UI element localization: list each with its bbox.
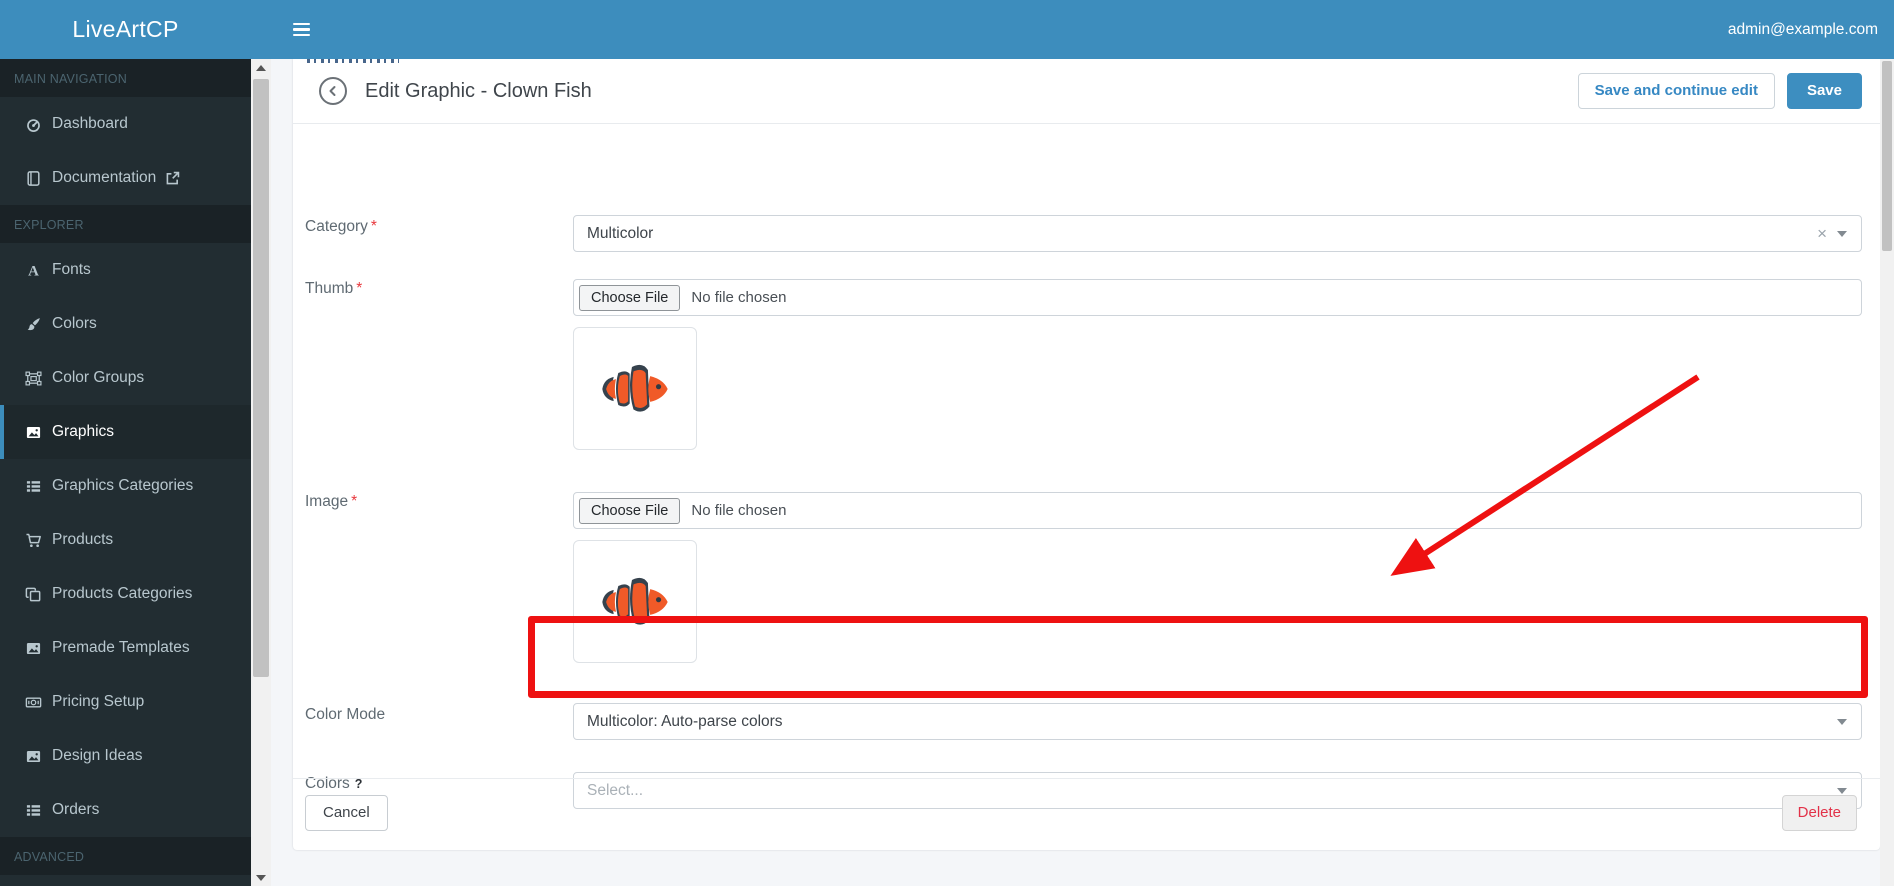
back-button[interactable] (319, 77, 347, 105)
sidebar-item-label: Products (52, 531, 114, 548)
sidebar-item-products[interactable]: Products (0, 513, 251, 567)
scroll-up-icon[interactable] (251, 59, 271, 76)
edit-graphic-form: Category * Multicolor × Thumb * Choose File No … (293, 124, 1880, 850)
sidebar-item-pricing-setup[interactable]: Pricing Setup (0, 675, 251, 729)
image-preview (573, 540, 697, 663)
app-logo[interactable]: LiveArtCP (0, 0, 251, 59)
font-icon: A (18, 262, 48, 279)
sidebar-section-header: ADVANCED (0, 837, 251, 875)
sidebar-item-color-groups[interactable]: Color Groups (0, 351, 251, 405)
sidebar-item-label: Pricing Setup (52, 693, 145, 710)
select-value: Select... (587, 781, 643, 799)
field-label-image: Image * (305, 493, 358, 510)
thumb-file-input[interactable]: Choose File No file chosen (573, 279, 1862, 316)
file-status-text: No file chosen (691, 289, 787, 306)
sidebar-toggle-icon[interactable] (293, 18, 317, 42)
choose-file-button[interactable]: Choose File (579, 284, 681, 311)
sidebar-section-header: MAIN NAVIGATION (0, 59, 251, 97)
required-asterisk: * (351, 493, 358, 510)
image-icon (18, 424, 48, 441)
sidebar-item-label: Documentation (52, 169, 157, 186)
required-asterisk: * (370, 218, 377, 235)
page-scrollbar[interactable] (1880, 59, 1894, 886)
clownfish-image (602, 364, 668, 412)
sidebar-item-products-categories[interactable]: Products Categories (0, 567, 251, 621)
sidebar-item-label: Orders (52, 801, 100, 818)
book-icon (18, 170, 48, 187)
thumb-preview (573, 327, 697, 450)
sidebar-scrollbar-thumb[interactable] (253, 79, 269, 677)
sidebar-item-label: Premade Templates (52, 639, 190, 656)
save-and-continue-button[interactable]: Save and continue edit (1577, 73, 1775, 109)
edit-graphic-card: Edit Graphic - Clown Fish Save and conti… (293, 59, 1880, 850)
help-icon[interactable]: ? (355, 777, 363, 791)
sidebar-item-label: Fonts (52, 261, 91, 278)
cancel-button[interactable]: Cancel (305, 795, 388, 831)
list-icon (18, 478, 48, 495)
field-label-thumb: Thumb * (305, 280, 363, 297)
chevron-left-icon (329, 86, 336, 96)
clear-icon[interactable]: × (1811, 224, 1833, 244)
object-group-icon (18, 370, 48, 387)
category-select[interactable]: Multicolor × (573, 215, 1862, 252)
sidebar-item-label: Colors (52, 315, 97, 332)
sidebar-item-label: Products Categories (52, 585, 193, 602)
page-scrollbar-thumb[interactable] (1882, 61, 1892, 251)
file-status-text: No file chosen (691, 502, 787, 519)
external-link-icon (164, 170, 181, 187)
sidebar-item-graphics[interactable]: Graphics (0, 405, 251, 459)
field-label-color-mode: Color Mode (305, 706, 386, 723)
svg-text:A: A (28, 263, 39, 279)
sidebar-item-dashboard[interactable]: Dashboard (0, 97, 251, 151)
sidebar-item-label: Graphics (52, 423, 115, 440)
select-value: Multicolor: Auto-parse colors (587, 712, 783, 730)
color-mode-select[interactable]: Multicolor: Auto-parse colors (573, 703, 1862, 740)
save-button[interactable]: Save (1786, 73, 1862, 109)
brush-icon (18, 316, 48, 333)
sidebar-scrollbar[interactable] (251, 59, 271, 886)
chevron-down-icon (1837, 787, 1847, 794)
sidebar-nav: MAIN NAVIGATION Dashboard Documentation EXP… (0, 59, 251, 886)
scroll-down-icon[interactable] (251, 869, 271, 886)
field-label-category: Category * (305, 218, 377, 235)
image-icon (18, 640, 48, 657)
sidebar-item-label: Dashboard (52, 115, 128, 132)
choose-file-button[interactable]: Choose File (579, 497, 681, 524)
delete-button[interactable]: Delete (1781, 795, 1857, 831)
sidebar-item-premade-templates[interactable]: Premade Templates (0, 621, 251, 675)
list-icon (18, 802, 48, 819)
sidebar-section-header: EXPLORER (0, 205, 251, 243)
cart-icon (18, 532, 48, 549)
card-header: Edit Graphic - Clown Fish Save and conti… (293, 59, 1880, 124)
sidebar-item-colors[interactable]: Colors (0, 297, 251, 351)
money-icon (18, 694, 48, 711)
chevron-down-icon (1837, 230, 1847, 237)
chevron-down-icon (1837, 718, 1847, 725)
sidebar-item-fonts[interactable]: A Fonts (0, 243, 251, 297)
page-title: Edit Graphic - Clown Fish (365, 79, 592, 102)
required-asterisk: * (356, 280, 363, 297)
copy-icon (18, 586, 48, 603)
image-file-input[interactable]: Choose File No file chosen (573, 492, 1862, 529)
sidebar-item-documentation[interactable]: Documentation (0, 151, 251, 205)
sidebar-item-design-ideas[interactable]: Design Ideas (0, 729, 251, 783)
sidebar-item-orders[interactable]: Orders (0, 783, 251, 837)
select-value: Multicolor (587, 224, 654, 242)
sidebar-item-label: Design Ideas (52, 747, 143, 764)
sidebar-item-label: Color Groups (52, 369, 145, 386)
user-email[interactable]: admin@example.com (1728, 21, 1894, 39)
sidebar-item-label: Graphics Categories (52, 477, 194, 494)
image-icon (18, 748, 48, 765)
gauge-icon (18, 116, 48, 133)
top-navbar: LiveArtCP admin@example.com (0, 0, 1894, 59)
sidebar-item-graphics-categories[interactable]: Graphics Categories (0, 459, 251, 513)
clownfish-image (602, 577, 668, 625)
footer-divider (293, 778, 1880, 779)
